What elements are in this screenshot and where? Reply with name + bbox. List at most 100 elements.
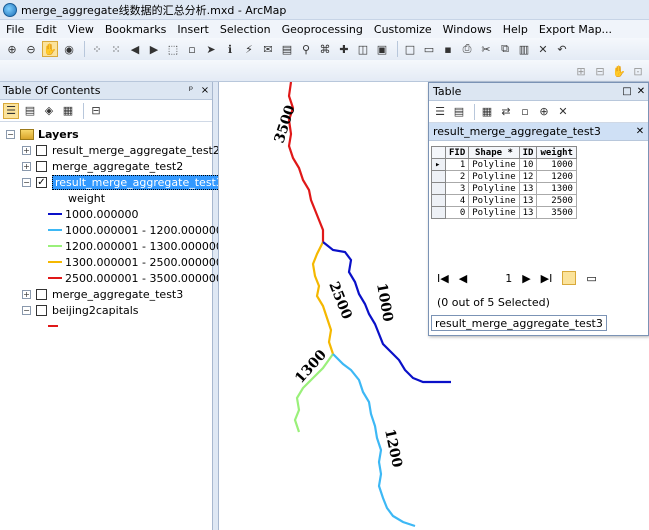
delete-selected-icon[interactable]: ✕ — [555, 104, 571, 120]
back-arrow-icon[interactable]: ◀ — [127, 41, 143, 57]
current-row-marker[interactable]: ▸ — [431, 158, 446, 171]
cell-id[interactable]: 10 — [518, 158, 538, 171]
column-header-weight[interactable]: weight — [536, 146, 577, 159]
line-weight-1200[interactable] — [332, 353, 416, 528]
column-header-fid[interactable]: FID — [444, 146, 470, 159]
cell-shape[interactable]: Polyline — [468, 182, 520, 195]
first-record-button[interactable]: I◀ — [437, 272, 449, 285]
switch-selection-icon[interactable]: ⇄ — [498, 104, 514, 120]
collapse-icon[interactable]: − — [22, 305, 31, 315]
row-header[interactable] — [431, 194, 446, 207]
menu-export-map[interactable]: Export Map... — [539, 23, 612, 36]
layer-visibility-checkbox[interactable] — [36, 144, 47, 156]
related-tables-icon[interactable]: ▤ — [451, 104, 467, 120]
cell-fid[interactable]: 3 — [444, 182, 470, 195]
cell-weight[interactable]: 2500 — [536, 194, 577, 207]
legend-class[interactable]: 2500.000001 - 3500.000000 — [48, 270, 223, 286]
previous-record-button[interactable]: ◀ — [459, 272, 467, 285]
next-record-button[interactable]: ▶ — [522, 272, 530, 285]
select-features-icon[interactable]: ⬚ — [165, 41, 181, 57]
menu-insert[interactable]: Insert — [177, 23, 209, 36]
show-selected-records-icon[interactable]: ▭ — [586, 272, 596, 285]
paste-icon[interactable]: ▥ — [516, 41, 532, 57]
legend-class[interactable]: 1000.000001 - 1200.000000 — [48, 222, 223, 238]
fixed-zoom-in-icon[interactable]: ⁘ — [89, 41, 105, 57]
zoom-in-icon[interactable]: ⊕ — [4, 41, 20, 57]
select-by-attributes-icon[interactable]: ▦ — [479, 104, 495, 120]
menu-file[interactable]: File — [6, 23, 24, 36]
list-by-selection-icon[interactable]: ▦ — [60, 103, 76, 119]
collapse-icon[interactable]: − — [6, 129, 15, 139]
layer-visibility-checkbox[interactable] — [36, 160, 47, 172]
close-icon[interactable]: ✕ — [634, 86, 648, 97]
go-to-xy-icon[interactable]: ✚ — [336, 41, 352, 57]
list-by-drawing-order-icon[interactable]: ☰ — [3, 102, 19, 119]
cell-shape[interactable]: Polyline — [468, 158, 520, 171]
menu-customize[interactable]: Customize — [374, 23, 432, 36]
find-binoculars-icon[interactable]: ⚲ — [298, 41, 314, 57]
current-record-field[interactable]: 1 — [505, 272, 512, 285]
time-slider-icon[interactable]: ◫ — [355, 41, 371, 57]
new-document-icon[interactable]: □ — [402, 41, 418, 57]
table-row[interactable]: 4 Polyline 13 2500 — [431, 194, 577, 207]
line-weight-2500[interactable] — [311, 241, 335, 355]
cell-weight[interactable]: 1200 — [536, 170, 577, 183]
table-row[interactable]: 3 Polyline 13 1300 — [431, 182, 577, 195]
layer-visibility-checkbox-checked[interactable]: ✓ — [36, 176, 47, 188]
delete-x-icon[interactable]: ✕ — [535, 41, 551, 57]
table-options-icon[interactable]: ☰ — [432, 104, 448, 120]
row-header[interactable] — [431, 182, 446, 195]
collapse-icon[interactable]: − — [22, 177, 31, 187]
legend-class[interactable] — [48, 318, 61, 334]
cell-weight[interactable]: 1300 — [536, 182, 577, 195]
cell-shape[interactable]: Polyline — [468, 206, 520, 219]
fixed-zoom-out-icon[interactable]: ⁙ — [108, 41, 124, 57]
create-viewer-window-icon[interactable]: ▣ — [374, 41, 390, 57]
layer-item[interactable]: − beijing2capitals — [22, 302, 139, 318]
row-header[interactable] — [431, 206, 446, 219]
maximize-icon[interactable]: □ — [620, 86, 634, 97]
save-disk-icon[interactable]: ▪ — [440, 41, 456, 57]
table-row[interactable]: 0 Polyline 13 3500 — [431, 206, 577, 219]
cell-fid[interactable]: 0 — [444, 206, 470, 219]
layers-root[interactable]: − Layers — [6, 126, 79, 142]
layer-item[interactable]: + result_merge_aggregate_test2 — [22, 142, 220, 158]
toc-options-icon[interactable]: ⊟ — [88, 103, 104, 119]
layer-visibility-checkbox[interactable] — [36, 304, 47, 316]
zoom-to-selected-icon[interactable]: ⊕ — [536, 104, 552, 120]
legend-class[interactable]: 1300.000001 - 2500.000000 — [48, 254, 223, 270]
list-by-source-icon[interactable]: ▤ — [22, 103, 38, 119]
clear-selection-icon[interactable]: ▫ — [517, 104, 533, 120]
layout-tool-icon[interactable]: ⊡ — [630, 63, 646, 79]
menu-edit[interactable]: Edit — [35, 23, 56, 36]
html-popup-icon[interactable]: ✉ — [260, 41, 276, 57]
expand-icon[interactable]: + — [22, 161, 31, 171]
measure-icon[interactable]: ▤ — [279, 41, 295, 57]
undo-icon[interactable]: ↶ — [554, 41, 570, 57]
cell-id[interactable]: 13 — [518, 182, 538, 195]
layer-visibility-checkbox[interactable] — [36, 288, 47, 300]
print-icon[interactable]: ⎙ — [459, 41, 475, 57]
select-elements-arrow-icon[interactable]: ➤ — [203, 41, 219, 57]
pin-icon[interactable]: ᵖ — [184, 85, 198, 96]
menu-windows[interactable]: Windows — [443, 23, 492, 36]
layout-pan-icon[interactable]: ✋ — [611, 63, 627, 79]
legend-class[interactable]: 1200.000001 - 1300.000000 — [48, 238, 223, 254]
layout-zoom-out-icon[interactable]: ⊟ — [592, 63, 608, 79]
pan-hand-icon[interactable]: ✋ — [42, 41, 58, 57]
list-by-visibility-icon[interactable]: ◈ — [41, 103, 57, 119]
line-weight-3500[interactable] — [287, 82, 325, 242]
find-route-icon[interactable]: ⌘ — [317, 41, 333, 57]
zoom-out-icon[interactable]: ⊖ — [23, 41, 39, 57]
table-row[interactable]: ▸ 1 Polyline 10 1000 — [431, 158, 577, 171]
open-folder-icon[interactable]: ▭ — [421, 41, 437, 57]
row-header[interactable] — [431, 170, 446, 183]
menu-selection[interactable]: Selection — [220, 23, 271, 36]
menu-geoprocessing[interactable]: Geoprocessing — [282, 23, 363, 36]
cell-shape[interactable]: Polyline — [468, 170, 520, 183]
layout-zoom-in-icon[interactable]: ⊞ — [573, 63, 589, 79]
legend-class[interactable]: 1000.000000 — [48, 206, 138, 222]
show-all-records-icon[interactable] — [562, 271, 577, 285]
menu-help[interactable]: Help — [503, 23, 528, 36]
cell-fid[interactable]: 2 — [444, 170, 470, 183]
